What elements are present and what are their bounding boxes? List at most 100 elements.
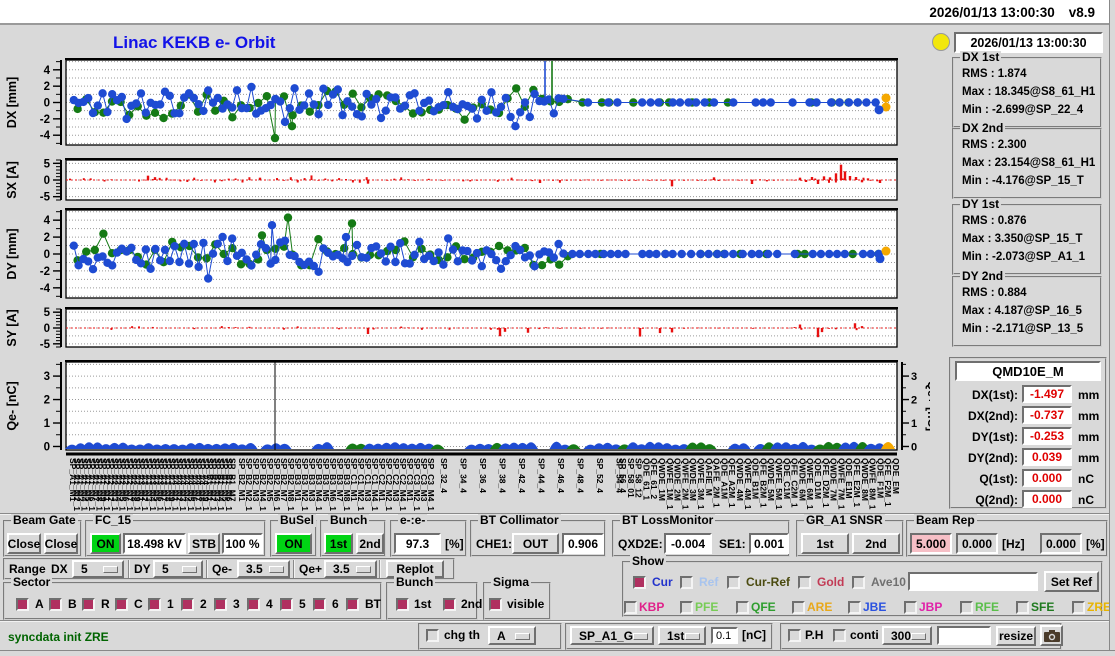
- range-qep-label: Qe+: [299, 562, 323, 576]
- range-qep-select[interactable]: 3.5: [324, 560, 377, 578]
- sector-a-checkbox[interactable]: [16, 598, 29, 611]
- value-text: 0.000: [1031, 492, 1063, 506]
- svg-text:-2: -2: [40, 266, 50, 278]
- sigma-visible-label: visible: [507, 597, 545, 611]
- show-ref-checkbox[interactable]: [680, 576, 693, 589]
- sector-4-checkbox[interactable]: [247, 598, 260, 611]
- bunch-1st-button[interactable]: 1st: [324, 533, 353, 554]
- resize-button[interactable]: resize: [996, 626, 1036, 646]
- show-rfe-checkbox[interactable]: [960, 601, 973, 614]
- separator: [0, 620, 1115, 622]
- bunch2-2nd-label: 2nd: [461, 597, 483, 611]
- svg-text:QDE_EM: QDE_EM: [891, 458, 901, 494]
- range-dy-label: DY: [134, 562, 151, 576]
- fc15-on-button[interactable]: ON: [90, 533, 121, 554]
- svg-text:4: 4: [44, 65, 51, 77]
- show-kbp-label: KBP: [639, 600, 665, 614]
- monitor-row-value: -0.737: [1022, 406, 1072, 424]
- svg-text:-4: -4: [40, 130, 51, 142]
- show-kbp-checkbox[interactable]: [624, 601, 637, 614]
- chgth-select[interactable]: A: [488, 626, 536, 645]
- ref-name-input[interactable]: [908, 572, 1038, 591]
- stat-rms: RMS : 0.876: [962, 215, 1027, 227]
- show-qfe-checkbox[interactable]: [736, 601, 749, 614]
- show-ave10-checkbox[interactable]: [852, 576, 865, 589]
- sector-b-checkbox[interactable]: [49, 598, 62, 611]
- bunch2-1st-label: 1st: [414, 597, 432, 611]
- range-dy-select[interactable]: 5: [153, 560, 203, 578]
- busel-on-button[interactable]: ON: [275, 533, 312, 554]
- bunch-2nd-button[interactable]: 2nd: [356, 533, 384, 554]
- threshold-input[interactable]: 0.1: [711, 627, 738, 644]
- snapshot-button[interactable]: [1040, 625, 1063, 646]
- show-are-label: ARE: [807, 600, 833, 614]
- se1-label: SE1:: [719, 537, 746, 551]
- show-zre-checkbox[interactable]: [1072, 601, 1085, 614]
- gra1-1st-button[interactable]: 1st: [801, 533, 849, 554]
- range-dx-select[interactable]: 5: [72, 560, 124, 578]
- group-label: Bunch: [328, 513, 370, 527]
- sector-5-checkbox[interactable]: [280, 598, 293, 611]
- beam-gate-close2-button[interactable]: Close: [44, 533, 78, 554]
- points-select[interactable]: 300: [882, 626, 932, 645]
- sector-1-checkbox[interactable]: [148, 598, 161, 611]
- show-pfe-checkbox[interactable]: [680, 601, 693, 614]
- beam-gate-close1-button[interactable]: Close: [7, 533, 41, 554]
- svg-text:1: 1: [911, 418, 917, 430]
- sector-c-checkbox[interactable]: [115, 598, 128, 611]
- show-cur-ref-checkbox[interactable]: [727, 576, 740, 589]
- sector-bt-checkbox[interactable]: [346, 598, 359, 611]
- svg-text:SP_36_4: SP_36_4: [478, 458, 488, 493]
- conti-checkbox[interactable]: [833, 629, 846, 642]
- show-cur-checkbox[interactable]: [633, 576, 646, 589]
- monitor-row-value: 0.039: [1022, 448, 1072, 466]
- show-jbe-checkbox[interactable]: [848, 601, 861, 614]
- show-are-checkbox[interactable]: [792, 601, 805, 614]
- window-border-bottom: [0, 650, 1115, 656]
- threshold-unit-label: [nC]: [742, 628, 766, 642]
- gra1-2nd-button[interactable]: 2nd: [852, 533, 900, 554]
- monitor-row-label: Q(1st):: [979, 472, 1018, 486]
- chgth-checkbox[interactable]: [426, 629, 439, 642]
- stats-box-dx2: DX 2nd RMS : 2.300 Max : 23.154@S8_61_H1…: [952, 122, 1102, 199]
- che1-label: CHE1:: [476, 537, 513, 551]
- sector-2-checkbox[interactable]: [181, 598, 194, 611]
- show-jbp-checkbox[interactable]: [904, 601, 917, 614]
- range-qem-select[interactable]: 3.5: [237, 560, 290, 578]
- btcol-out-button[interactable]: OUT: [512, 533, 559, 554]
- set-ref-button[interactable]: Set Ref: [1044, 571, 1099, 592]
- ph-checkbox[interactable]: [788, 629, 801, 642]
- show-qfe-label: QFE: [751, 600, 776, 614]
- svg-text:-2: -2: [40, 114, 50, 126]
- show-ave10-label: Ave10: [871, 575, 906, 589]
- sector-3-checkbox[interactable]: [214, 598, 227, 611]
- extra-input[interactable]: [937, 626, 991, 645]
- show-zre-label: ZRE: [1087, 600, 1111, 614]
- svg-text:-5: -5: [40, 192, 51, 204]
- sigma-visible-checkbox[interactable]: [489, 598, 502, 611]
- svg-text:2: 2: [911, 395, 917, 407]
- svg-text:3: 3: [911, 371, 917, 383]
- fc15-stb-button[interactable]: STB: [188, 533, 220, 554]
- value-text: 0.000: [1031, 471, 1063, 485]
- monitor-row-unit: mm: [1078, 388, 1100, 402]
- svg-text:2: 2: [44, 395, 50, 407]
- bunch2-1st-checkbox[interactable]: [396, 598, 409, 611]
- show-gold-checkbox[interactable]: [798, 576, 811, 589]
- svg-text:SP_C3_M4_1: SP_C3_M4_1: [426, 458, 436, 511]
- sector-b-label: B: [68, 597, 77, 611]
- sector-6-checkbox[interactable]: [313, 598, 326, 611]
- sector-r-checkbox[interactable]: [82, 598, 95, 611]
- svg-text:SP_48_4: SP_48_4: [576, 458, 586, 493]
- stats-box-title: DY 2nd: [960, 269, 1006, 283]
- sector-3-label: 3: [233, 597, 240, 611]
- sp-select[interactable]: SP_A1_G: [570, 626, 654, 645]
- range-qem-label: Qe-: [212, 562, 233, 576]
- stats-box-title: DX 2nd: [960, 121, 1006, 135]
- show-sfe-checkbox[interactable]: [1016, 601, 1029, 614]
- stat-rms: RMS : 0.884: [962, 287, 1027, 299]
- monitor-row-value: -1.497: [1022, 385, 1072, 403]
- sector-a-label: A: [35, 597, 44, 611]
- bunch2-2nd-checkbox[interactable]: [443, 598, 456, 611]
- bunch-select[interactable]: 1st: [658, 626, 706, 645]
